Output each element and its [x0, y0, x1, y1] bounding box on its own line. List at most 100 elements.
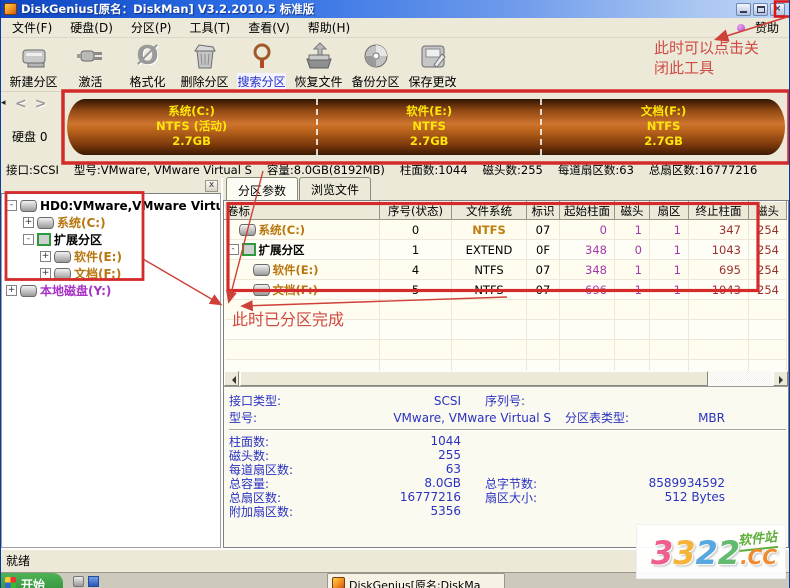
- start-button[interactable]: 开始: [1, 573, 63, 588]
- format-button[interactable]: Ø 格式化: [119, 40, 176, 90]
- partition-icon: [37, 216, 54, 229]
- disk-label: 硬盘 0: [12, 130, 48, 144]
- table-row-empty: [224, 299, 787, 320]
- col-tag[interactable]: 标识: [526, 201, 560, 220]
- menu-bar: 文件(F) 硬盘(D) 分区(P) 工具(T) 查看(V) 帮助(H) 赞助: [1, 18, 789, 38]
- minimize-icon: [740, 10, 747, 13]
- status-text: 就绪: [6, 554, 31, 568]
- partition-icon: [252, 283, 270, 296]
- tab-bar: 分区参数 浏览文件: [223, 177, 789, 201]
- col-start-cyl[interactable]: 起始柱面: [559, 201, 615, 220]
- table-row-empty: [224, 339, 787, 360]
- save-icon: [416, 40, 450, 72]
- scroll-left-arrow[interactable]: [224, 371, 239, 386]
- extended-partition-icon: [241, 243, 256, 256]
- table-row-extended[interactable]: - 扩展分区 1 EXTEND 0F 348 0 1 1043 254: [224, 239, 787, 260]
- expand-toggle[interactable]: +: [40, 251, 51, 262]
- partition-segment-c[interactable]: 系统(C:) NTFS (活动) 2.7GB: [67, 99, 317, 155]
- disk-bar: 系统(C:) NTFS (活动) 2.7GB 软件(E:) NTFS 2.7GB…: [67, 99, 785, 155]
- disk-tree-panel: x - HD0:VMware,VMware Virtual + 系统(C:) -…: [1, 178, 223, 548]
- col-seq-status[interactable]: 序号(状态): [379, 201, 452, 220]
- table-row-empty: [224, 319, 787, 340]
- partition-segment-e[interactable]: 软件(E:) NTFS 2.7GB: [316, 99, 541, 155]
- activate-plug-icon: [74, 40, 108, 72]
- close-button[interactable]: ×: [770, 2, 785, 16]
- watermark-logo: 3322.CC: [651, 534, 778, 572]
- magnifier-icon: [245, 40, 279, 72]
- collapse-toggle[interactable]: -: [6, 200, 17, 211]
- partition-icon: [54, 267, 71, 280]
- scroll-right-arrow[interactable]: [773, 371, 788, 386]
- col-filesystem[interactable]: 文件系统: [451, 201, 527, 220]
- col-end-cyl[interactable]: 终止柱面: [688, 201, 749, 220]
- details-separator: [229, 429, 786, 431]
- tree-item-system-c[interactable]: + 系统(C:): [2, 214, 220, 231]
- maximize-button[interactable]: [753, 2, 768, 16]
- backup-partition-button[interactable]: 备份分区: [347, 40, 404, 90]
- tool-label: 备份分区: [351, 75, 400, 89]
- harddisk-icon: [20, 284, 37, 297]
- disc-icon: [359, 40, 393, 72]
- expand-toggle[interactable]: +: [6, 285, 17, 296]
- tool-label: 删除分区: [180, 75, 229, 89]
- tool-label: 新建分区: [9, 75, 58, 89]
- sponsor-dot-icon: [736, 23, 745, 32]
- table-row-docs-f[interactable]: 文档(F:) 5 NTFS 07 696 1 1 1043 254: [224, 279, 787, 300]
- tool-label: 格式化: [129, 75, 166, 89]
- expand-toggle[interactable]: +: [23, 217, 34, 228]
- expand-toggle[interactable]: +: [40, 268, 51, 279]
- partition-table: 卷标 序号(状态) 文件系统 标识 起始柱面 磁头 扇区 终止柱面 磁头 系统(…: [223, 200, 789, 386]
- taskbar-task-button[interactable]: DiskGenius[原名:DiskMa: [327, 573, 505, 588]
- collapse-toggle[interactable]: -: [227, 244, 239, 255]
- tree-item-local-disk-y[interactable]: + 本地磁盘(Y:): [2, 282, 220, 299]
- menu-partition[interactable]: 分区(P): [122, 17, 181, 38]
- menu-view[interactable]: 查看(V): [239, 17, 299, 38]
- save-changes-button[interactable]: 保存更改: [404, 40, 461, 90]
- collapse-handle-icon[interactable]: ◂: [1, 98, 6, 108]
- title-bar: DiskGenius[原名：DiskMan] V3.2.2010.5 标准版 ×: [1, 0, 789, 18]
- tab-partition-params[interactable]: 分区参数: [226, 177, 299, 201]
- tree-item-extended[interactable]: - 扩展分区: [2, 231, 220, 248]
- delete-partition-button[interactable]: 删除分区: [176, 40, 233, 90]
- col-start-sector[interactable]: 扇区: [649, 201, 689, 220]
- next-disk-arrow[interactable]: >: [35, 97, 47, 111]
- col-end-head[interactable]: 磁头: [748, 201, 787, 220]
- tree-item-software-e[interactable]: + 软件(E:): [2, 248, 220, 265]
- prev-disk-arrow[interactable]: <: [15, 97, 27, 111]
- menu-file[interactable]: 文件(F): [3, 17, 61, 38]
- trash-icon: [188, 40, 222, 72]
- minimize-button[interactable]: [736, 2, 751, 16]
- partition-segment-f[interactable]: 文档(F:) NTFS 2.7GB: [540, 99, 785, 155]
- tree-item-hd0[interactable]: - HD0:VMware,VMware Virtual: [2, 197, 220, 214]
- window-title: DiskGenius[原名：DiskMan] V3.2.2010.5 标准版: [21, 2, 315, 16]
- quick-launch-icon[interactable]: [73, 576, 84, 587]
- partition-icon: [54, 250, 71, 263]
- new-partition-icon: [17, 40, 51, 72]
- tree-item-docs-f[interactable]: + 文档(F:): [2, 265, 220, 282]
- new-partition-button[interactable]: 新建分区: [5, 40, 62, 90]
- collapse-toggle[interactable]: -: [23, 234, 34, 245]
- col-start-head[interactable]: 磁头: [614, 201, 650, 220]
- tool-label: 激活: [78, 75, 103, 89]
- search-partition-button[interactable]: 搜索分区: [233, 40, 290, 90]
- menu-tools[interactable]: 工具(T): [181, 17, 240, 38]
- partition-icon: [252, 263, 270, 276]
- panel-close-button[interactable]: x: [205, 179, 218, 192]
- col-volume-label[interactable]: 卷标: [224, 201, 380, 220]
- menu-disk[interactable]: 硬盘(D): [61, 17, 122, 38]
- menu-help[interactable]: 帮助(H): [299, 17, 359, 38]
- menu-sponsor[interactable]: 赞助: [749, 17, 785, 38]
- activate-button[interactable]: 激活: [62, 40, 119, 90]
- diskgenius-window: DiskGenius[原名：DiskMan] V3.2.2010.5 标准版 ×…: [0, 0, 790, 588]
- harddisk-icon: [20, 199, 37, 212]
- horizontal-scrollbar[interactable]: [224, 371, 788, 386]
- disk-info-line: 接口:SCSI 型号:VMware, VMware Virtual S 容量:8…: [1, 162, 789, 178]
- tool-label: 恢复文件: [294, 75, 343, 89]
- scrollbar-thumb[interactable]: [240, 371, 708, 386]
- recover-files-button[interactable]: 恢复文件: [290, 40, 347, 90]
- extended-partition-icon: [37, 233, 51, 246]
- table-row-system-c[interactable]: 系统(C:) 0 NTFS 07 0 1 1 347 254: [224, 219, 787, 240]
- table-row-software-e[interactable]: 软件(E:) 4 NTFS 07 348 1 1 695 254: [224, 259, 787, 280]
- quick-launch-icon[interactable]: [88, 576, 99, 587]
- tab-browse-files[interactable]: 浏览文件: [299, 177, 372, 200]
